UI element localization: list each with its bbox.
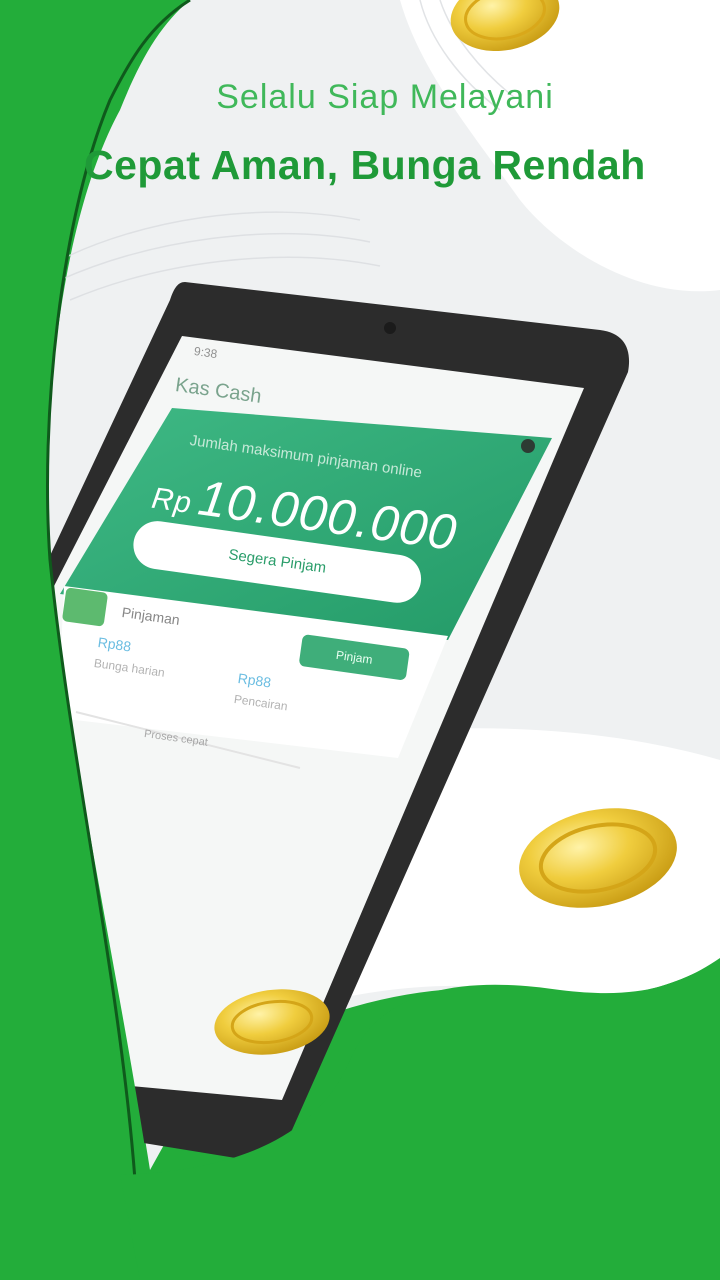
card-action-button[interactable]: Pinjam — [298, 634, 410, 681]
stat-2-value: Rp88 — [236, 670, 273, 691]
card-label: Pinjaman — [120, 604, 181, 628]
stat-1-label: Bunga harian — [93, 656, 166, 680]
headline: Cepat Aman, Bunga Rendah — [84, 142, 646, 188]
phone-screen-content: 9:38 Kas Cash Jumlah maksimum pinjaman o… — [55, 282, 645, 1182]
currency-label: Rp — [149, 481, 195, 521]
tagline: Selalu Siap Melayani — [216, 78, 554, 116]
app-title: Kas Cash — [173, 374, 263, 408]
stat-2-label: Pencairan — [233, 692, 289, 714]
status-time: 9:38 — [193, 344, 219, 362]
promo-screen: Selalu Siap Melayani Cepat Aman, Bunga R… — [0, 0, 720, 1280]
footer-label: Proses cepat — [143, 728, 209, 749]
stat-1-value: Rp88 — [96, 634, 133, 655]
